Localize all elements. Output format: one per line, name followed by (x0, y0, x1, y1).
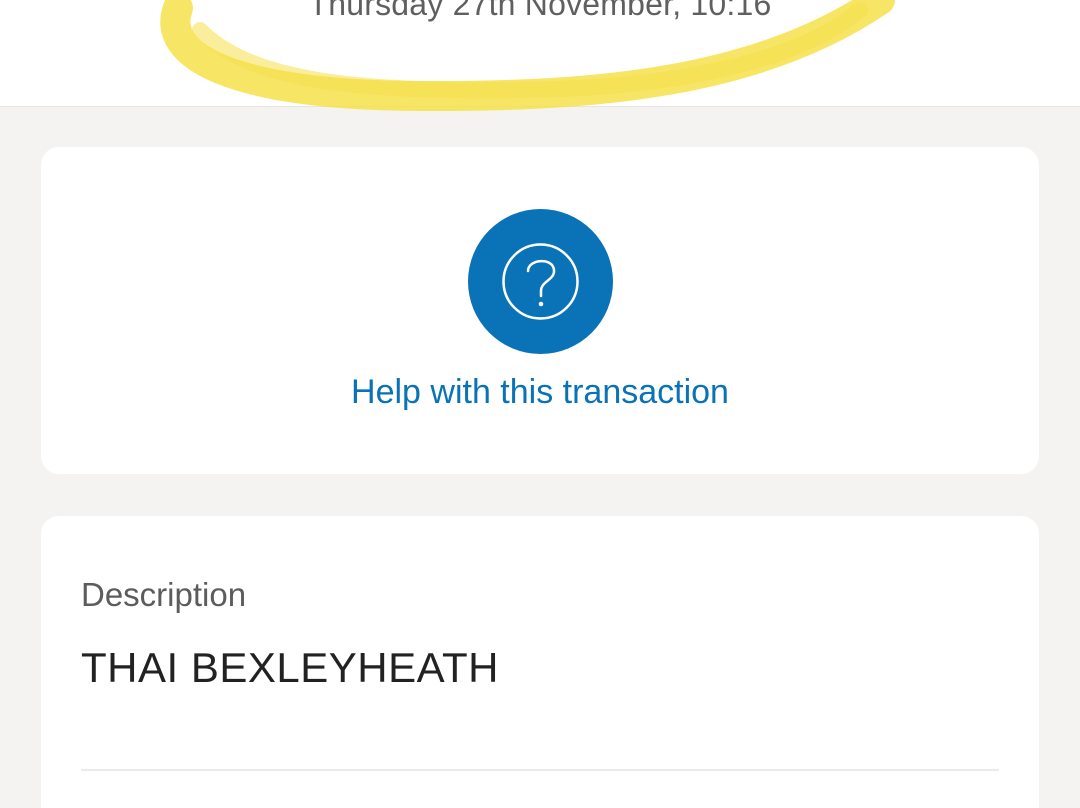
description-value: THAI BEXLEYHEATH (81, 644, 499, 691)
transaction-details-card: Description THAI BEXLEYHEATH (41, 516, 1039, 808)
help-with-transaction-link[interactable]: Help with this transaction (41, 373, 1039, 412)
help-button[interactable] (468, 209, 613, 354)
transaction-detail-screen: Thursday 27th November, 10:16 Help with … (0, 0, 1080, 808)
transaction-date-time: Thursday 27th November, 10:16 (308, 0, 772, 22)
question-circle-icon (502, 243, 579, 320)
description-label: Description (81, 576, 247, 613)
transaction-header: Thursday 27th November, 10:16 (0, 0, 1080, 107)
divider (81, 769, 999, 771)
help-card: Help with this transaction (41, 147, 1039, 474)
